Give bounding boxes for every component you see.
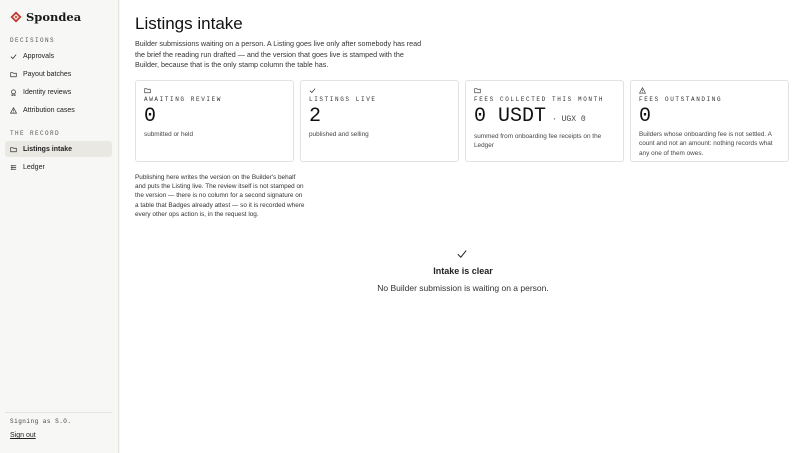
sidebar-item-payout-batches[interactable]: Payout batches xyxy=(5,66,112,82)
empty-state-subtitle: No Builder submission is waiting on a pe… xyxy=(377,283,549,293)
sidebar-item-label: Attribution cases xyxy=(23,106,75,114)
sidebar-item-approvals[interactable]: Approvals xyxy=(5,48,112,64)
page-intro: Builder submissions waiting on a person.… xyxy=(135,39,422,69)
sign-out-link[interactable]: Sign out xyxy=(10,432,36,439)
sidebar-item-attribution-cases[interactable]: Attribution cases xyxy=(5,102,112,118)
sidebar-item-listings-intake[interactable]: Listings intake xyxy=(5,141,112,157)
main-content: Listings intake Builder submissions wait… xyxy=(120,0,806,453)
check-icon xyxy=(457,250,467,258)
page-title: Listings intake xyxy=(135,14,243,33)
sidebar: Spondea DECISIONS Approvals Payout batch… xyxy=(0,0,119,453)
folder-icon xyxy=(474,88,481,94)
stat-value-number: 0 xyxy=(144,105,157,128)
sidebar-item-label: Ledger xyxy=(23,163,45,171)
sidebar-item-label: Identity reviews xyxy=(23,88,72,96)
stat-value: 0 xyxy=(639,105,651,128)
stat-value-number: 0 xyxy=(639,105,652,128)
stat-card-fees-collected: FEES COLLECTED THIS MONTH 0 USDT · UGX 0 … xyxy=(465,80,624,162)
stat-note: Builders whose onboarding fee is not set… xyxy=(639,131,773,157)
sidebar-item-label: Payout batches xyxy=(23,70,72,78)
sidebar-item-identity-reviews[interactable]: Identity reviews xyxy=(5,84,112,100)
folder-icon xyxy=(10,71,17,77)
list-icon xyxy=(10,164,17,170)
stat-note: summed from onboarding fee receipts on t… xyxy=(474,133,602,150)
sidebar-item-ledger[interactable]: Ledger xyxy=(5,159,112,175)
sidebar-item-label: Approvals xyxy=(23,52,55,60)
brand[interactable]: Spondea xyxy=(10,10,81,24)
section-label-the-record: THE RECORD xyxy=(10,130,61,137)
stat-value-number: 0 USDT xyxy=(474,105,547,128)
check-icon xyxy=(309,88,316,94)
stat-value-number: 2 xyxy=(309,105,322,128)
warning-icon xyxy=(10,106,17,113)
stat-value: 2 xyxy=(309,105,321,128)
stat-label: AWAITING REVIEW xyxy=(144,96,223,103)
empty-state-title: Intake is clear xyxy=(433,266,493,276)
stat-note: submitted or held xyxy=(144,131,194,138)
stat-value: 0 USDT · UGX 0 xyxy=(474,105,586,128)
sidebar-divider xyxy=(5,412,112,413)
stat-note: published and selling xyxy=(309,131,369,138)
section-label-decisions: DECISIONS xyxy=(10,37,56,44)
warning-icon xyxy=(639,87,646,94)
signing-as-label: Signing as S.O. xyxy=(10,418,72,425)
stat-card-fees-outstanding: FEES OUTSTANDING 0 Builders whose onboar… xyxy=(630,80,789,162)
brand-name: Spondea xyxy=(26,10,82,24)
stat-value: 0 xyxy=(144,105,156,128)
stat-label: FEES OUTSTANDING xyxy=(639,96,723,103)
check-icon xyxy=(10,53,17,59)
spondea-logo-icon xyxy=(10,11,22,23)
folder-icon xyxy=(10,146,17,152)
badge-icon xyxy=(11,89,16,96)
stat-label: FEES COLLECTED THIS MONTH xyxy=(474,96,605,103)
stat-card-listings-live: LISTINGS LIVE 2 published and selling xyxy=(300,80,459,162)
sidebar-item-label: Listings intake xyxy=(23,145,73,153)
folder-icon xyxy=(144,88,151,94)
stat-card-awaiting-review: AWAITING REVIEW 0 submitted or held xyxy=(135,80,294,162)
stat-label: LISTINGS LIVE xyxy=(309,96,377,103)
stat-value-secondary: · UGX 0 xyxy=(552,115,586,124)
publishing-explanation: Publishing here writes the version on th… xyxy=(135,174,305,218)
